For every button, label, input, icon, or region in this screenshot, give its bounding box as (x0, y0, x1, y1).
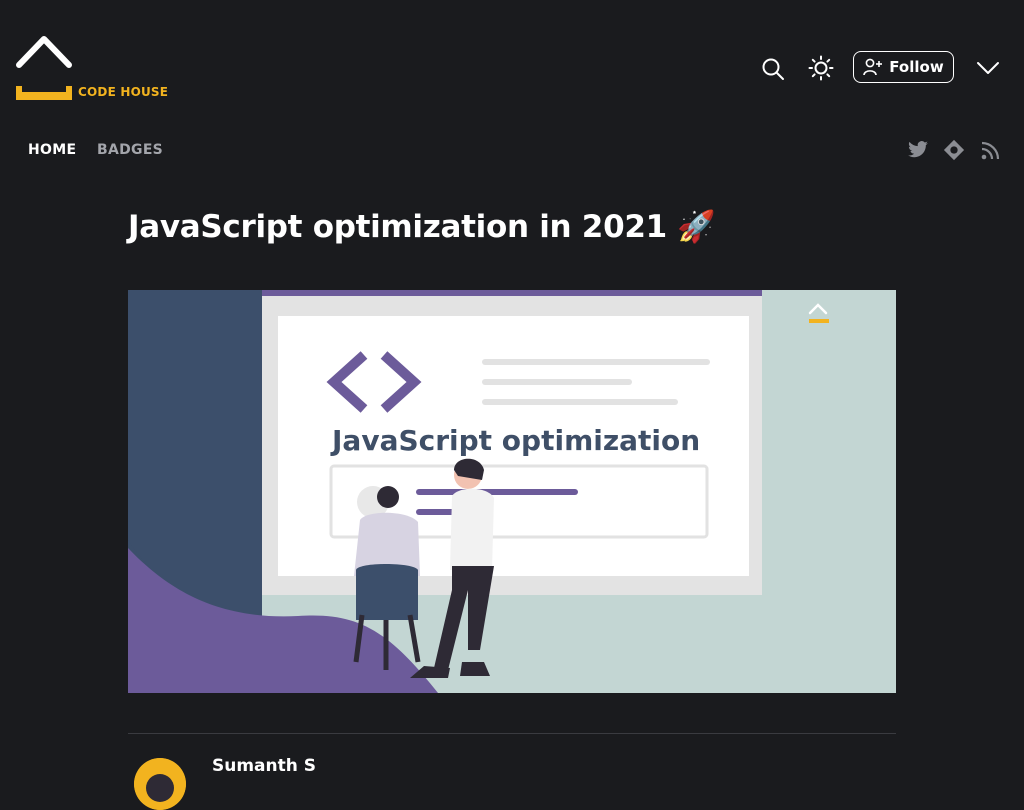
chevron-down-icon[interactable] (974, 54, 1002, 82)
author-avatar[interactable] (134, 758, 186, 810)
cover-image: JavaScript optimization (128, 290, 896, 693)
follow-button[interactable]: Follow (853, 51, 954, 83)
rss-icon[interactable] (978, 139, 1002, 163)
twitter-icon[interactable] (906, 139, 930, 161)
nav-home[interactable]: HOME (28, 142, 76, 158)
brand-name: CODE HOUSE (78, 85, 169, 99)
article-title: JavaScript optimization in 2021 🚀 (128, 209, 716, 245)
search-icon[interactable] (758, 54, 788, 84)
nav-badges[interactable]: BADGES (97, 142, 163, 158)
cover-heading: JavaScript optimization (330, 424, 700, 457)
theme-toggle-sun-icon[interactable] (806, 53, 836, 83)
author-name[interactable]: Sumanth S (212, 756, 316, 776)
hashnode-icon[interactable] (942, 138, 966, 162)
divider (128, 733, 896, 734)
follow-label: Follow (889, 58, 944, 76)
user-plus-icon (863, 58, 883, 76)
